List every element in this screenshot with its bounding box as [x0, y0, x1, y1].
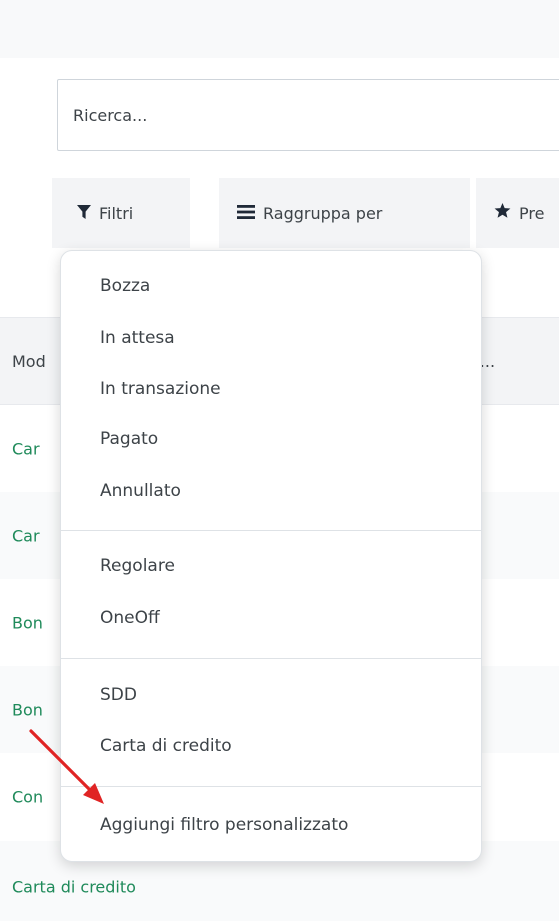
filters-label: Filtri — [99, 203, 134, 223]
filter-option[interactable]: Bozza — [100, 274, 150, 298]
top-band — [0, 0, 559, 58]
filter-option[interactable]: Regolare — [100, 554, 175, 578]
star-icon — [494, 203, 511, 223]
row-cell[interactable]: Bon — [12, 700, 43, 719]
add-custom-filter-option[interactable]: Aggiungi filtro personalizzato — [100, 813, 348, 837]
row-cell[interactable]: Carta di credito — [12, 878, 136, 897]
filter-option[interactable]: SDD — [100, 683, 137, 707]
filters-dropdown: Bozza In attesa In transazione Pagato An… — [60, 250, 482, 862]
filter-icon — [77, 204, 91, 223]
menu-divider — [61, 530, 481, 531]
menu-divider — [61, 786, 481, 787]
column-header-mode[interactable]: Mod — [12, 318, 46, 406]
search-input[interactable]: Ricerca... — [57, 79, 559, 151]
filters-button[interactable]: Filtri — [52, 178, 190, 248]
filter-option[interactable]: Annullato — [100, 479, 181, 503]
group-by-label: Raggruppa per — [263, 203, 383, 223]
filter-option[interactable]: Carta di credito — [100, 734, 232, 758]
row-cell[interactable]: Car — [12, 439, 40, 458]
filter-option[interactable]: In transazione — [100, 377, 221, 401]
group-by-button[interactable]: Raggruppa per — [219, 178, 470, 248]
favorites-label: Pre — [519, 203, 545, 223]
row-cell[interactable]: Car — [12, 526, 40, 545]
filter-option[interactable]: OneOff — [100, 606, 160, 630]
search-placeholder: Ricerca... — [73, 106, 148, 125]
row-cell[interactable]: Bon — [12, 613, 43, 632]
favorites-button[interactable]: Pre — [476, 178, 559, 248]
group-by-icon — [237, 204, 255, 223]
filter-option[interactable]: In attesa — [100, 326, 175, 350]
filter-option[interactable]: Pagato — [100, 427, 158, 451]
row-cell[interactable]: Con — [12, 788, 43, 807]
menu-divider — [61, 658, 481, 659]
